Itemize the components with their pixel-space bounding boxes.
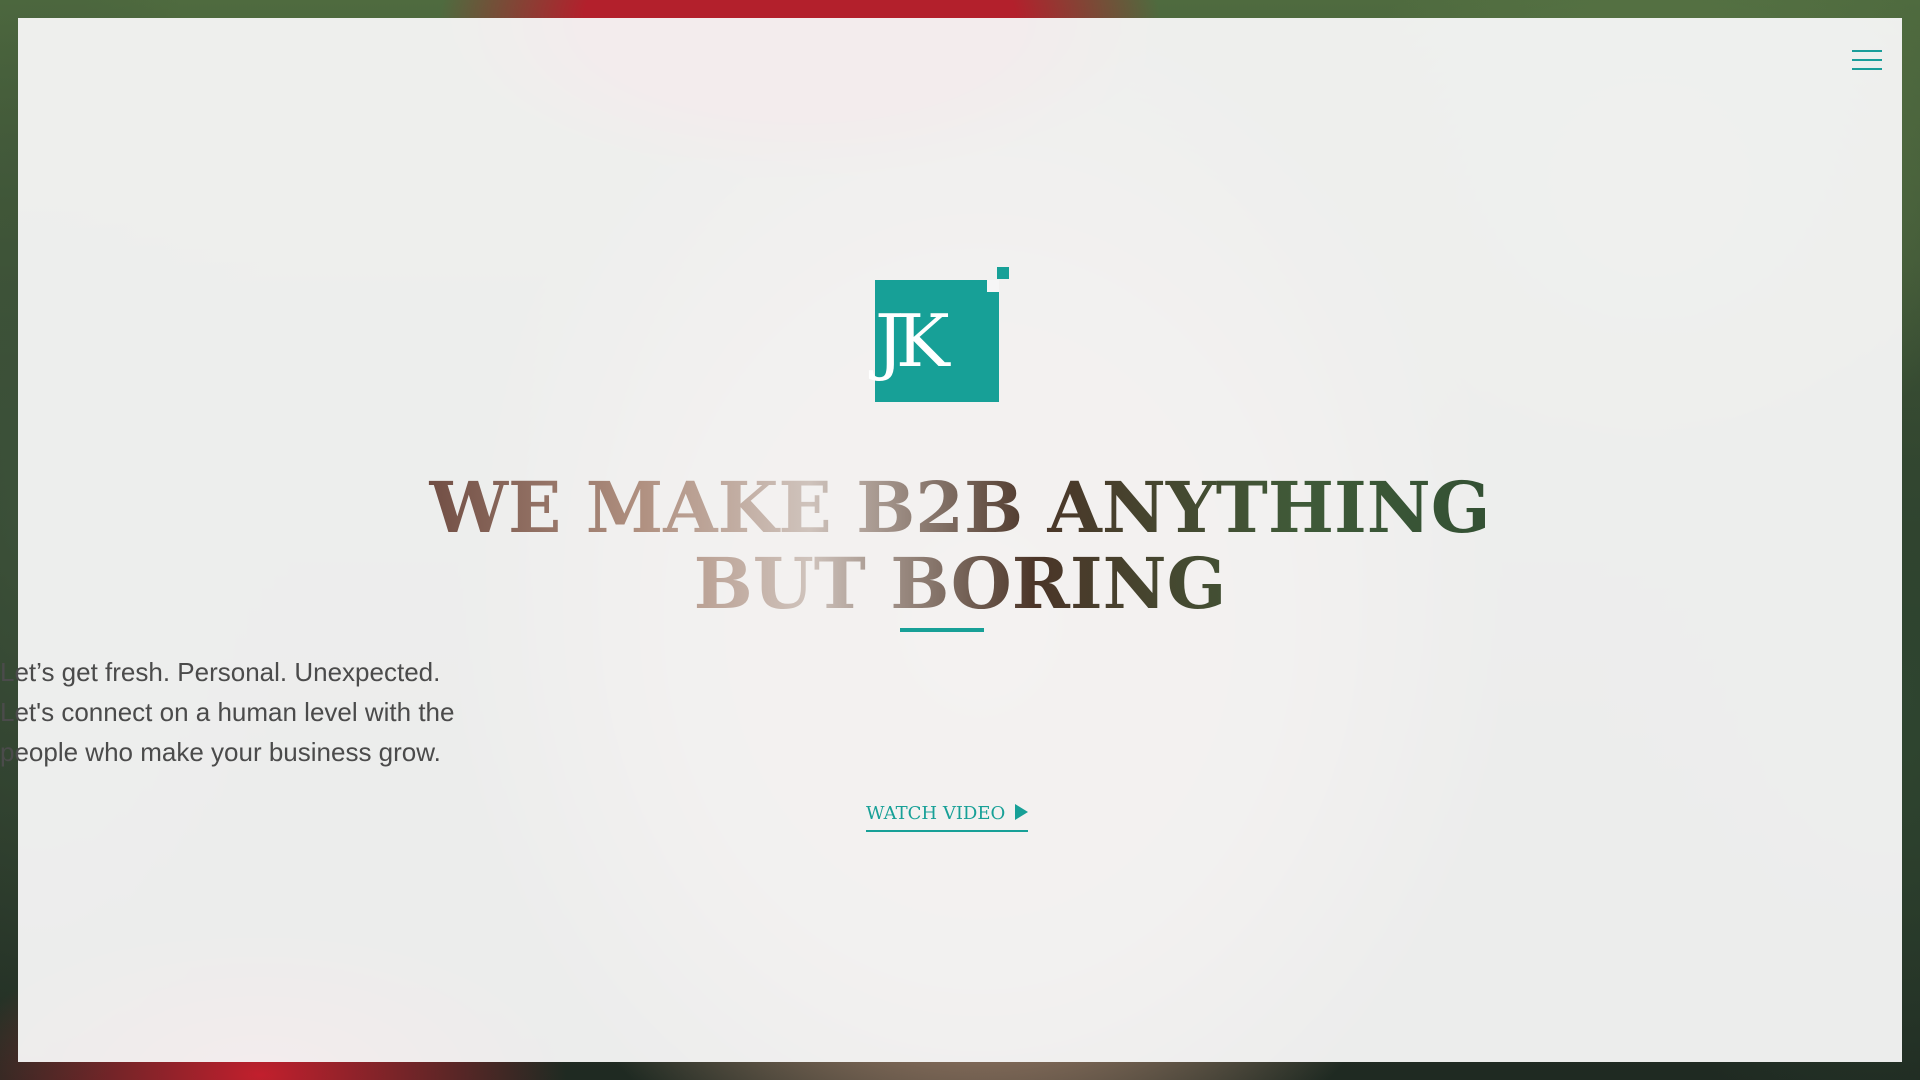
play-icon — [1015, 804, 1029, 820]
tagline-line-3: people who make your business grow. — [0, 737, 441, 767]
headline-line-2: BUT BORING — [693, 542, 1227, 625]
tagline-line-1: Let’s get fresh. Personal. Unexpected. — [0, 657, 441, 687]
tagline-line-2: Let's connect on a human level with the — [0, 697, 455, 727]
watch-video-label: WATCH VIDEO — [866, 803, 1006, 824]
headline-line-1: WE MAKE B2B ANYTHING — [429, 466, 1491, 549]
accent-divider — [900, 628, 984, 632]
watch-video-link[interactable]: WATCH VIDEO — [866, 800, 1029, 832]
hero-headline: WE MAKE B2B ANYTHING BUT BORING — [18, 470, 1902, 622]
hero-tagline: Let’s get fresh. Personal. Unexpected. L… — [0, 652, 1884, 772]
hero-section: WE MAKE B2B ANYTHING BUT BORING — [18, 18, 1902, 1062]
